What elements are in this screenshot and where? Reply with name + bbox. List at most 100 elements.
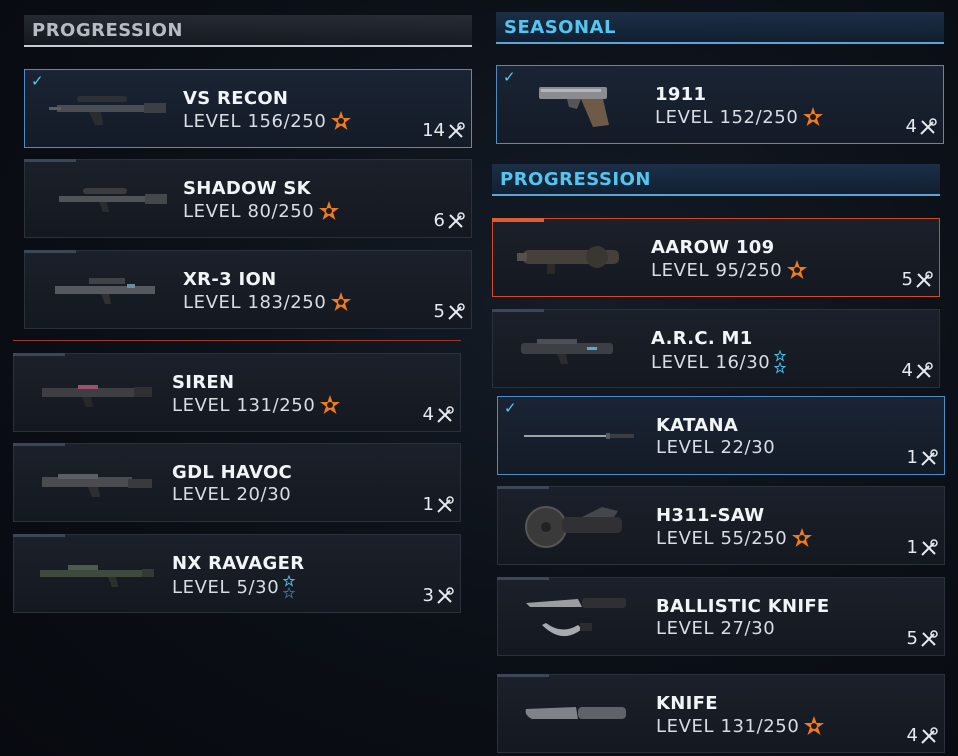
weapon-card-katana[interactable]: ✓ KATANA LEVEL 22/30 1 (497, 396, 945, 475)
tools-icon (437, 405, 454, 423)
weapon-level-text: LEVEL 55/250 (656, 527, 788, 549)
attachment-count: 5 (434, 301, 465, 322)
rocket-launcher-icon (517, 245, 619, 274)
attachment-count-text: 3 (422, 585, 434, 606)
section-divider (13, 340, 461, 341)
attachment-count-text: 4 (901, 360, 913, 381)
attachment-count: 4 (906, 116, 937, 137)
knife-icon (526, 597, 626, 636)
weapon-level-text: LEVEL 22/30 (656, 437, 776, 458)
attachment-count: 5 (907, 628, 938, 649)
sword-icon (524, 432, 634, 439)
weapon-card-vs-recon[interactable]: ✓ VS RECON LEVEL 156/250 14 (24, 69, 472, 148)
weapon-name: AAROW 109 (651, 237, 775, 258)
weapon-level-text: LEVEL 152/250 (655, 106, 799, 128)
weapon-level: LEVEL 20/30 (172, 484, 291, 505)
weapon-card-knife[interactable]: KNIFE LEVEL 131/250 4 (497, 674, 945, 753)
seasonal-title: SEASONAL (504, 16, 616, 38)
weapon-name: SHADOW SK (183, 178, 311, 199)
weapon-card-h311-saw[interactable]: H311-SAW LEVEL 55/250 1 (497, 486, 945, 565)
blue-star-icon (283, 575, 296, 599)
weapon-name: H311-SAW (656, 505, 765, 526)
weapon-name: BALLISTIC KNIFE (656, 596, 830, 617)
orange-star-icon (331, 111, 352, 130)
tools-icon (437, 495, 454, 513)
weapon-level: LEVEL 95/250 (651, 259, 808, 281)
weapon-level: LEVEL 16/30 (651, 350, 787, 374)
check-icon: ✓ (31, 72, 44, 90)
weapon-card-shadow-sk[interactable]: SHADOW SK LEVEL 80/250 6 (24, 159, 472, 238)
weapon-level: LEVEL 5/30 (172, 575, 296, 599)
weapon-level: LEVEL 55/250 (656, 527, 813, 549)
weapon-name: KNIFE (656, 693, 718, 714)
attachment-count: 4 (907, 725, 938, 746)
weapon-level-text: LEVEL 95/250 (651, 259, 783, 281)
tools-icon (916, 270, 933, 288)
tools-icon (921, 448, 938, 466)
orange-star-icon (787, 260, 808, 279)
orange-star-icon (319, 201, 340, 220)
weapon-level-text: LEVEL 20/30 (172, 484, 292, 505)
weapon-level-text: LEVEL 183/250 (183, 291, 327, 313)
tools-icon (448, 121, 465, 139)
tools-icon (437, 586, 454, 604)
weapon-card-ballistic-knife[interactable]: BALLISTIC KNIFE LEVEL 27/30 5 (497, 577, 945, 656)
attachment-count: 4 (902, 360, 933, 381)
tools-icon (448, 211, 465, 229)
weapon-name: XR-3 ION (183, 269, 277, 290)
seasonal-header: SEASONAL (496, 12, 944, 44)
weapon-card-arc-m1[interactable]: A.R.C. M1 LEVEL 16/30 4 (492, 309, 940, 388)
attachment-count-text: 5 (906, 628, 918, 649)
orange-star-icon (320, 395, 341, 414)
weapon-card-siren[interactable]: SIREN LEVEL 131/250 4 (13, 353, 461, 432)
attachment-count: 14 (422, 120, 465, 141)
weapon-name: GDL HAVOC (172, 462, 293, 483)
weapon-name: 1911 (655, 84, 707, 105)
weapon-level-text: LEVEL 80/250 (183, 200, 315, 222)
left-progression-title: PROGRESSION (32, 19, 183, 41)
tools-icon (448, 302, 465, 320)
weapon-level: LEVEL 183/250 (183, 291, 352, 313)
weapon-level: LEVEL 22/30 (656, 437, 775, 458)
weapon-card-nx-ravager[interactable]: NX RAVAGER LEVEL 5/30 3 (13, 534, 461, 613)
rifle-icon (42, 384, 152, 407)
attachment-count-text: 1 (906, 537, 918, 558)
weapon-card-gdl-havoc[interactable]: GDL HAVOC LEVEL 20/30 1 (13, 443, 461, 522)
weapon-level: LEVEL 80/250 (183, 200, 340, 222)
attachment-count: 1 (907, 537, 938, 558)
weapon-level: LEVEL 131/250 (656, 715, 825, 737)
weapon-level-text: LEVEL 27/30 (656, 618, 776, 639)
attachment-count: 1 (423, 494, 454, 515)
tools-icon (920, 117, 937, 135)
orange-star-icon (804, 716, 825, 735)
check-icon: ✓ (503, 68, 516, 86)
weapon-level: LEVEL 131/250 (172, 394, 341, 416)
attachment-count: 3 (423, 585, 454, 606)
weapon-name: SIREN (172, 372, 235, 393)
orange-star-icon (792, 528, 813, 547)
tools-icon (921, 629, 938, 647)
knife-icon (525, 706, 626, 719)
tools-icon (921, 538, 938, 556)
pistol-icon (539, 86, 609, 127)
weapon-card-xr-3-ion[interactable]: XR-3 ION LEVEL 183/250 5 (24, 250, 472, 329)
rifle-icon (55, 277, 155, 304)
weapon-card-1911[interactable]: ✓ 1911 LEVEL 152/250 4 (496, 65, 944, 144)
tools-icon (916, 361, 933, 379)
attachment-count-text: 4 (422, 404, 434, 425)
attachment-count-text: 14 (422, 120, 445, 141)
weapon-level-text: LEVEL 16/30 (651, 351, 771, 373)
launcher-icon (42, 473, 152, 497)
weapon-card-aarow-109[interactable]: AAROW 109 LEVEL 95/250 5 (492, 218, 940, 297)
attachment-count: 5 (902, 269, 933, 290)
orange-star-icon (803, 107, 824, 126)
attachment-count: 1 (907, 447, 938, 468)
attachment-count-text: 1 (422, 494, 434, 515)
orange-star-icon (331, 292, 352, 311)
weapon-level-text: LEVEL 5/30 (172, 576, 280, 598)
blue-star-icon (774, 350, 787, 374)
weapon-name: KATANA (656, 415, 739, 436)
sniper-rifle-icon (59, 187, 167, 212)
weapon-level-text: LEVEL 131/250 (172, 394, 316, 416)
right-progression-header: PROGRESSION (492, 164, 940, 196)
